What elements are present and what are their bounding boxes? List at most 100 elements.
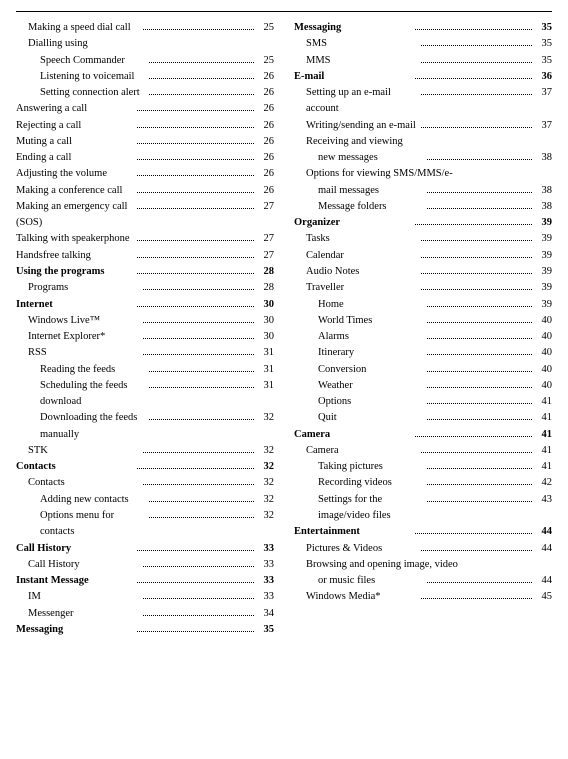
toc-dots bbox=[427, 484, 532, 485]
toc-entry-page: 35 bbox=[534, 20, 552, 36]
toc-entry-page: 31 bbox=[256, 378, 274, 394]
toc-dots bbox=[427, 468, 532, 469]
toc-dots bbox=[137, 110, 254, 111]
toc-dots bbox=[421, 550, 532, 551]
toc-entry-page: 30 bbox=[256, 313, 274, 329]
toc-entry: Traveller 39 bbox=[294, 280, 552, 296]
toc-entry-page: 34 bbox=[256, 606, 274, 622]
toc-entry-label: Writing/sending an e-mail bbox=[294, 118, 419, 134]
toc-entry: or music files44 bbox=[294, 573, 552, 589]
toc-entry-label: Weather bbox=[294, 378, 425, 394]
toc-entry-label: Taking pictures bbox=[294, 459, 425, 475]
toc-dots bbox=[137, 273, 254, 274]
toc-dots bbox=[427, 306, 532, 307]
toc-dots bbox=[421, 273, 532, 274]
toc-entry-page: 31 bbox=[256, 345, 274, 361]
toc-entry-page: 32 bbox=[256, 410, 274, 426]
toc-dots bbox=[149, 62, 254, 63]
toc-entry-page: 37 bbox=[534, 118, 552, 134]
toc-entry: Contacts32 bbox=[16, 459, 274, 475]
toc-entry-label: Options for viewing SMS/MMS/e- bbox=[294, 166, 552, 182]
toc-entry: MMS 35 bbox=[294, 53, 552, 69]
toc-entry-page: 40 bbox=[534, 362, 552, 378]
toc-dots bbox=[415, 78, 532, 79]
toc-dots bbox=[137, 159, 254, 160]
toc-entry: Messenger34 bbox=[16, 606, 274, 622]
toc-entry-label: Audio Notes bbox=[294, 264, 419, 280]
toc-entry: Organizer39 bbox=[294, 215, 552, 231]
toc-entry-label: Browsing and opening image, video bbox=[294, 557, 552, 573]
toc-dots bbox=[137, 143, 254, 144]
toc-entry: Making an emergency call (SOS)27 bbox=[16, 199, 274, 232]
toc-dots bbox=[421, 240, 532, 241]
toc-entry-label: Handsfree talking bbox=[16, 248, 135, 264]
toc-dots bbox=[427, 208, 532, 209]
toc-entry: Options41 bbox=[294, 394, 552, 410]
toc-entry-page: 26 bbox=[256, 150, 274, 166]
toc-entry-label: Adjusting the volume bbox=[16, 166, 135, 182]
toc-entry: Contacts 32 bbox=[16, 475, 274, 491]
toc-entry: Camera 41 bbox=[294, 427, 552, 443]
toc-entry: Call History33 bbox=[16, 557, 274, 573]
toc-entry: Audio Notes 39 bbox=[294, 264, 552, 280]
toc-entry-label: Talking with speakerphone bbox=[16, 231, 135, 247]
toc-entry: Messaging35 bbox=[294, 20, 552, 36]
toc-entry: Listening to voicemail26 bbox=[16, 69, 274, 85]
toc-dots bbox=[421, 289, 532, 290]
toc-entry-page: 30 bbox=[256, 297, 274, 313]
toc-entry: IM33 bbox=[16, 589, 274, 605]
toc-entry-page: 32 bbox=[256, 475, 274, 491]
toc-entry: Windows Media*45 bbox=[294, 589, 552, 605]
toc-dots bbox=[143, 484, 254, 485]
toc-entry-page: 26 bbox=[256, 85, 274, 101]
toc-dots bbox=[137, 257, 254, 258]
toc-entry-page: 28 bbox=[256, 264, 274, 280]
toc-entry-label: Calendar bbox=[294, 248, 419, 264]
toc-entry-page: 35 bbox=[534, 36, 552, 52]
toc-entry-label: Camera bbox=[294, 427, 413, 443]
toc-entry-label: Conversion bbox=[294, 362, 425, 378]
toc-entry-label: Setting up an e-mail account bbox=[294, 85, 419, 118]
toc-entry-page: 36 bbox=[534, 69, 552, 85]
toc-dots bbox=[137, 192, 254, 193]
toc-entry: Speech Commander25 bbox=[16, 53, 274, 69]
toc-entry-page: 39 bbox=[534, 280, 552, 296]
toc-entry-page: 39 bbox=[534, 297, 552, 313]
toc-entry-label: new messages bbox=[294, 150, 425, 166]
toc-entry-label: Programs bbox=[16, 280, 141, 296]
toc-entry-label: Message folders bbox=[294, 199, 425, 215]
toc-entry-page: 37 bbox=[534, 85, 552, 101]
toc-entry-page: 35 bbox=[534, 53, 552, 69]
toc-dots bbox=[415, 436, 532, 437]
toc-entry-label: Muting a call bbox=[16, 134, 135, 150]
toc-entry-page: 42 bbox=[534, 475, 552, 491]
toc-entry: Reading the feeds31 bbox=[16, 362, 274, 378]
toc-dots bbox=[143, 566, 254, 567]
toc-dots bbox=[421, 452, 532, 453]
toc-entry: Dialling using bbox=[16, 36, 274, 52]
toc-entry: Entertainment44 bbox=[294, 524, 552, 540]
toc-entry-label: Traveller bbox=[294, 280, 419, 296]
toc-dots bbox=[137, 240, 254, 241]
toc-entry-page: 41 bbox=[534, 459, 552, 475]
toc-entry-label: Contacts bbox=[16, 475, 141, 491]
toc-entry-page: 32 bbox=[256, 492, 274, 508]
toc-entry-label: Options bbox=[294, 394, 425, 410]
toc-entry: RSS31 bbox=[16, 345, 274, 361]
toc-entry-page: 31 bbox=[256, 362, 274, 378]
toc-entry: Talking with speakerphone27 bbox=[16, 231, 274, 247]
toc-entry-label: IM bbox=[16, 589, 141, 605]
toc-entry-page: 26 bbox=[256, 183, 274, 199]
toc-entry: Browsing and opening image, video bbox=[294, 557, 552, 573]
toc-entry: Quit41 bbox=[294, 410, 552, 426]
toc-entry-label: Internet Explorer* bbox=[16, 329, 141, 345]
toc-entry: Receiving and viewing bbox=[294, 134, 552, 150]
toc-dots bbox=[427, 419, 532, 420]
toc-entry-label: Home bbox=[294, 297, 425, 313]
toc-entry: Writing/sending an e-mail 37 bbox=[294, 118, 552, 134]
toc-entry-page: 41 bbox=[534, 427, 552, 443]
toc-entry: Itinerary40 bbox=[294, 345, 552, 361]
toc-entry: Taking pictures 41 bbox=[294, 459, 552, 475]
toc-entry-page: 39 bbox=[534, 264, 552, 280]
toc-entry-label: MMS bbox=[294, 53, 419, 69]
